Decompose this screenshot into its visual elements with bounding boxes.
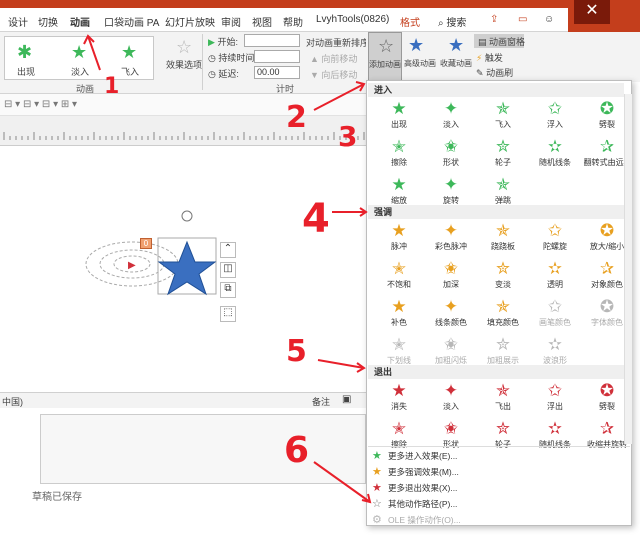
annotation-arrows [83, 34, 372, 504]
